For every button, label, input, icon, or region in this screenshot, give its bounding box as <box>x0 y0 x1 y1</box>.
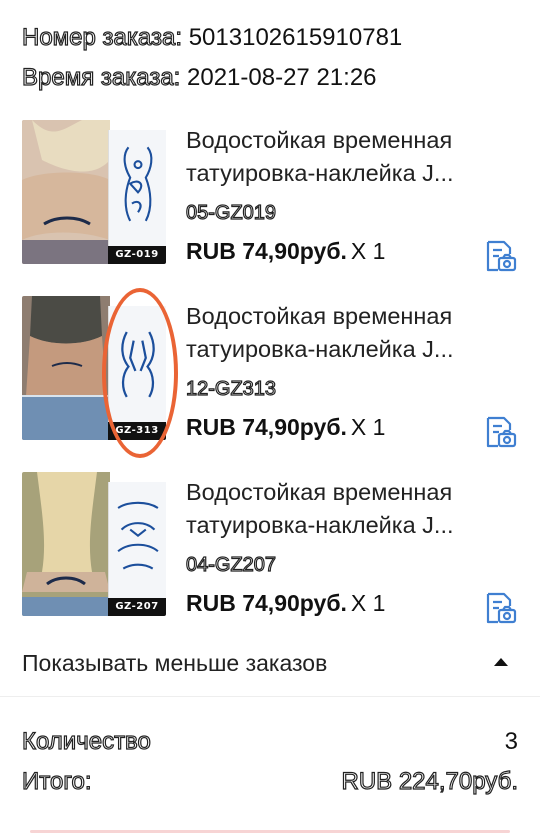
product-sku: 05-GZ019 <box>185 201 277 224</box>
quantity-total-value: 3 <box>504 728 518 755</box>
model-photo <box>22 472 110 616</box>
quantity-value: X 1 <box>350 238 386 264</box>
tattoo-design-icon <box>117 501 159 570</box>
order-number-value: 5013102615910781 <box>188 24 403 51</box>
bottom-divider <box>30 830 510 833</box>
order-time-value: 2021-08-27 21:26 <box>187 64 377 91</box>
divider <box>0 696 540 697</box>
product-title-line1: Водостойкая временная <box>186 479 453 505</box>
quantity-value: X 1 <box>350 414 386 440</box>
model-photo <box>22 296 110 440</box>
product-title-line2: татуировка-наклейка J... <box>186 160 454 186</box>
order-item[interactable]: GZ-313 Водостойкая временная татуировка-… <box>0 288 540 466</box>
highlight-circle <box>102 288 178 458</box>
tattoo-design-icon <box>123 146 153 222</box>
order-item[interactable]: GZ-019 Водостойкая временная татуировка-… <box>0 120 540 290</box>
product-title-line1: Водостойкая временная <box>186 303 453 329</box>
model-photo <box>22 120 110 264</box>
order-time-label: Время заказа: <box>21 63 181 91</box>
product-title[interactable]: Водостойкая временная татуировка-наклейк… <box>186 300 516 366</box>
product-title-line1: Водостойкая временная <box>186 127 453 153</box>
total-value: RUB 224,70руб. <box>341 767 519 795</box>
product-thumbnail[interactable]: GZ-019 <box>22 120 166 264</box>
receipt-camera-icon[interactable] <box>482 238 518 274</box>
product-sku: 12-GZ313 <box>185 377 277 400</box>
product-price: RUB 74,90руб. X 1 <box>186 238 385 265</box>
product-code-tag: GZ-019 <box>108 246 166 264</box>
price-value: RUB 74,90руб. <box>186 238 347 264</box>
toggle-label: Показывать меньше заказов <box>22 650 328 676</box>
order-number-label: Номер заказа: <box>21 23 183 51</box>
product-title[interactable]: Водостойкая временная татуировка-наклейк… <box>186 476 516 542</box>
show-fewer-orders-toggle[interactable]: Показывать меньше заказов <box>22 650 518 680</box>
quantity-value: X 1 <box>350 590 386 616</box>
product-code-tag: GZ-207 <box>108 598 166 616</box>
tattoo-design-card <box>108 130 166 264</box>
product-price: RUB 74,90руб. X 1 <box>186 414 385 441</box>
quantity-label: Количество <box>21 727 151 755</box>
price-value: RUB 74,90руб. <box>186 590 347 616</box>
product-thumbnail[interactable]: GZ-207 <box>22 472 166 616</box>
order-time-row: Время заказа: 2021-08-27 21:26 <box>21 63 377 92</box>
tattoo-design-card <box>108 482 166 616</box>
product-price: RUB 74,90руб. X 1 <box>186 590 385 617</box>
product-sku: 04-GZ207 <box>185 553 277 576</box>
total-summary-row: Итого: RUB 224,70руб. <box>21 767 519 796</box>
receipt-camera-icon[interactable] <box>482 590 518 626</box>
product-title-line2: татуировка-наклейка J... <box>186 336 454 362</box>
order-number-row: Номер заказа: 5013102615910781 <box>21 23 403 52</box>
order-item[interactable]: GZ-207 Водостойкая временная татуировка-… <box>0 472 540 642</box>
product-title[interactable]: Водостойкая временная татуировка-наклейк… <box>186 124 516 190</box>
price-value: RUB 74,90руб. <box>186 414 347 440</box>
caret-up-icon <box>494 658 508 666</box>
receipt-camera-icon[interactable] <box>482 414 518 450</box>
product-title-line2: татуировка-наклейка J... <box>186 512 454 538</box>
total-label: Итого: <box>21 767 92 795</box>
quantity-summary-row: Количество 3 <box>21 727 518 756</box>
